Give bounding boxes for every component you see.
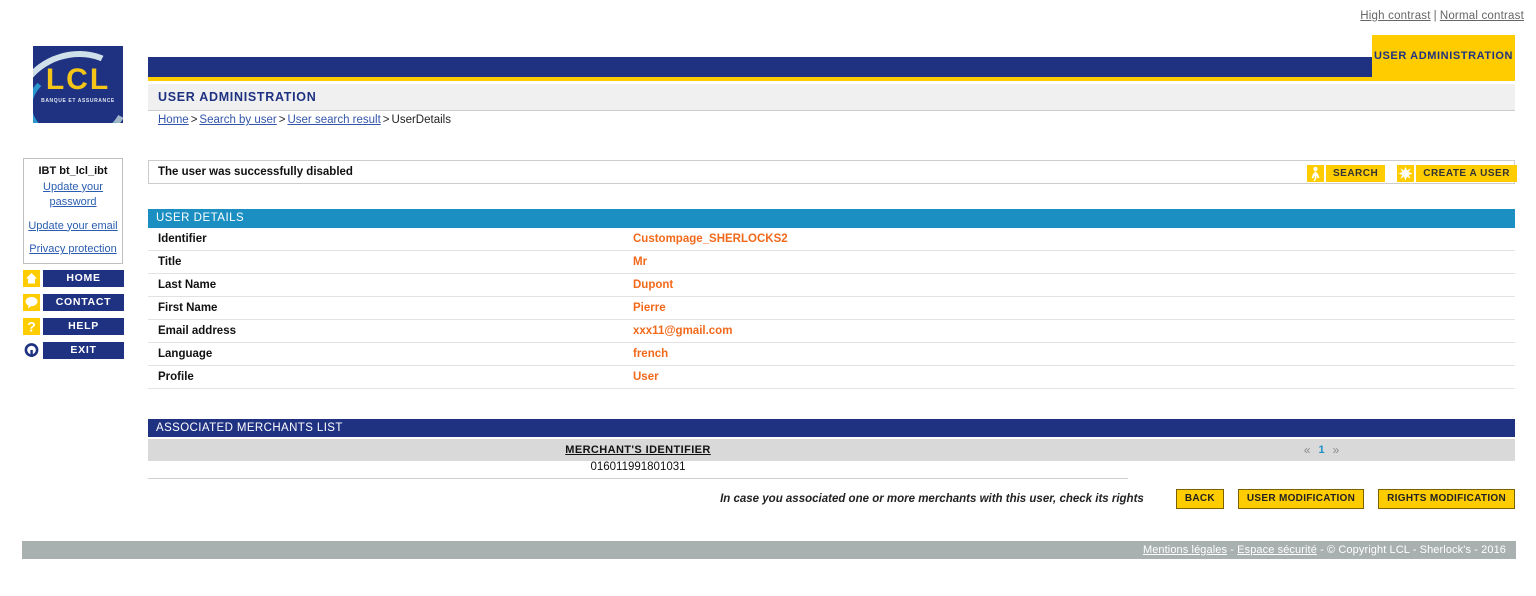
breadcrumb-separator: > [278, 114, 286, 126]
breadcrumb-item-search-by-user[interactable]: Search by user [199, 114, 276, 126]
footer-copyright: © Copyright LCL - Sherlock's - 2016 [1327, 544, 1506, 556]
speech-bubble-icon [23, 294, 40, 311]
detail-label-profile: Profile [158, 371, 194, 383]
breadcrumb-item-user-search-result[interactable]: User search result [287, 114, 380, 126]
table-row: Profile User [148, 366, 1515, 389]
back-button[interactable]: BACK [1175, 489, 1224, 509]
sidebar-item-help-label: HELP [43, 318, 124, 335]
pagination-current-page[interactable]: 1 [1318, 444, 1324, 456]
sidebar-item-contact-label: CONTACT [43, 294, 124, 311]
table-row: First Name Pierre [148, 297, 1515, 320]
security-space-link[interactable]: Espace sécurité [1237, 544, 1317, 556]
detail-value-profile: User [633, 371, 659, 383]
detail-label-email-address: Email address [158, 325, 236, 337]
create-user-button-label: CREATE A USER [1416, 165, 1517, 182]
logo-wordmark: LCL [45, 63, 111, 96]
user-modification-button[interactable]: USER MODIFICATION [1237, 489, 1365, 509]
contrast-separator: | [1433, 10, 1437, 22]
normal-contrast-link[interactable]: Normal contrast [1440, 10, 1524, 22]
detail-value-email-address: xxx11@gmail.com [633, 325, 733, 337]
tab-user-administration[interactable]: USER ADMINISTRATION [1372, 35, 1515, 77]
detail-label-first-name: First Name [158, 302, 218, 314]
footer-text: Mentions légales - Espace sécurité - © C… [1143, 544, 1516, 556]
footer-dash: - [1230, 544, 1235, 556]
lcl-logo[interactable]: LCL BANQUE ET ASSURANCE [33, 46, 123, 123]
legal-notice-link[interactable]: Mentions légales [1143, 544, 1227, 556]
tab-user-administration-label: USER ADMINISTRATION [1373, 50, 1514, 62]
privacy-protection-link[interactable]: Privacy protection [26, 242, 120, 257]
merchants-panel-header: ASSOCIATED MERCHANTS LIST [148, 419, 1515, 437]
pagination: « 1 » [1128, 443, 1515, 457]
breadcrumb-separator: > [382, 114, 390, 126]
breadcrumb-separator: > [190, 114, 198, 126]
merchants-table-header: MERCHANT'S IDENTIFIER « 1 » [148, 439, 1515, 461]
detail-label-language: Language [158, 348, 213, 360]
rights-hint-text: In case you associated one or more merch… [720, 493, 1144, 505]
footer-dash: - [1320, 544, 1324, 556]
breadcrumb: Home > Search by user > User search result > U… [158, 114, 451, 126]
panel-spacer [26, 210, 120, 219]
status-message-text: The user was successfully disabled [158, 166, 353, 178]
page-title: USER ADMINISTRATION [158, 90, 317, 104]
table-row: Last Name Dupont [148, 274, 1515, 297]
account-username: IBT bt_lcl_ibt [38, 165, 108, 177]
page-title-bar: USER ADMINISTRATION [148, 84, 1515, 111]
bottom-action-row: In case you associated one or more merch… [148, 488, 1515, 510]
sidebar-item-contact[interactable]: CONTACT [23, 294, 124, 311]
logo-tagline: BANQUE ET ASSURANCE [41, 98, 115, 104]
svg-text:?: ? [27, 319, 36, 335]
sidebar-item-exit-label: EXIT [43, 342, 124, 359]
merchants-column-header[interactable]: MERCHANT'S IDENTIFIER [148, 444, 1128, 456]
pagination-next-icon[interactable]: » [1333, 443, 1340, 457]
contrast-switcher: High contrast | Normal contrast [1360, 10, 1524, 22]
table-row: 016011991801031 [148, 461, 1128, 479]
header-navy-bar [148, 57, 1376, 77]
user-details-panel-title: USER DETAILS [156, 212, 245, 224]
detail-value-last-name: Dupont [633, 279, 674, 291]
sidebar-nav: HOME CONTACT ? HELP EXIT [23, 270, 124, 366]
high-contrast-link[interactable]: High contrast [1360, 10, 1430, 22]
footer-bar: Mentions légales - Espace sécurité - © C… [22, 541, 1516, 559]
table-row: Email address xxx11@gmail.com [148, 320, 1515, 343]
detail-value-identifier: Custompage_SHERLOCKS2 [633, 233, 788, 245]
search-button-label: SEARCH [1326, 165, 1386, 182]
update-email-link[interactable]: Update your email [26, 219, 120, 234]
table-row: Title Mr [148, 251, 1515, 274]
panel-spacer [26, 233, 120, 242]
table-row: Language french [148, 343, 1515, 366]
update-password-link[interactable]: Update your password [26, 180, 120, 210]
pagination-prev-icon[interactable]: « [1304, 443, 1311, 457]
sidebar-item-exit[interactable]: EXIT [23, 342, 124, 359]
account-panel: IBT bt_lcl_ibt Update your password Upda… [23, 158, 123, 265]
user-details-table: Identifier Custompage_SHERLOCKS2 Title M… [148, 228, 1515, 389]
header-yellow-rule [148, 77, 1515, 81]
table-row: Identifier Custompage_SHERLOCKS2 [148, 228, 1515, 251]
detail-value-language: french [633, 348, 669, 360]
detail-value-title: Mr [633, 256, 648, 268]
detail-label-title: Title [158, 256, 182, 268]
starburst-icon [1397, 165, 1415, 182]
user-details-panel-header: USER DETAILS [148, 209, 1515, 228]
sidebar-item-help[interactable]: ? HELP [23, 318, 124, 335]
toolbar-actions: SEARCH CREATE A USER [1307, 165, 1517, 182]
question-mark-icon: ? [23, 318, 40, 335]
detail-label-identifier: Identifier [158, 233, 207, 245]
sidebar-item-home[interactable]: HOME [23, 270, 124, 287]
home-icon [23, 270, 40, 287]
rights-modification-button[interactable]: RIGHTS MODIFICATION [1378, 489, 1515, 509]
search-button[interactable]: SEARCH [1307, 165, 1386, 182]
breadcrumb-item-userdetails: UserDetails [391, 114, 451, 126]
breadcrumb-item-home[interactable]: Home [158, 114, 189, 126]
merchants-panel-title: ASSOCIATED MERCHANTS LIST [156, 422, 343, 434]
create-user-button[interactable]: CREATE A USER [1397, 165, 1517, 182]
sidebar-item-home-label: HOME [43, 270, 124, 287]
exit-icon [23, 342, 40, 359]
detail-label-last-name: Last Name [158, 279, 217, 291]
person-icon [1307, 165, 1324, 182]
detail-value-first-name: Pierre [633, 302, 666, 314]
